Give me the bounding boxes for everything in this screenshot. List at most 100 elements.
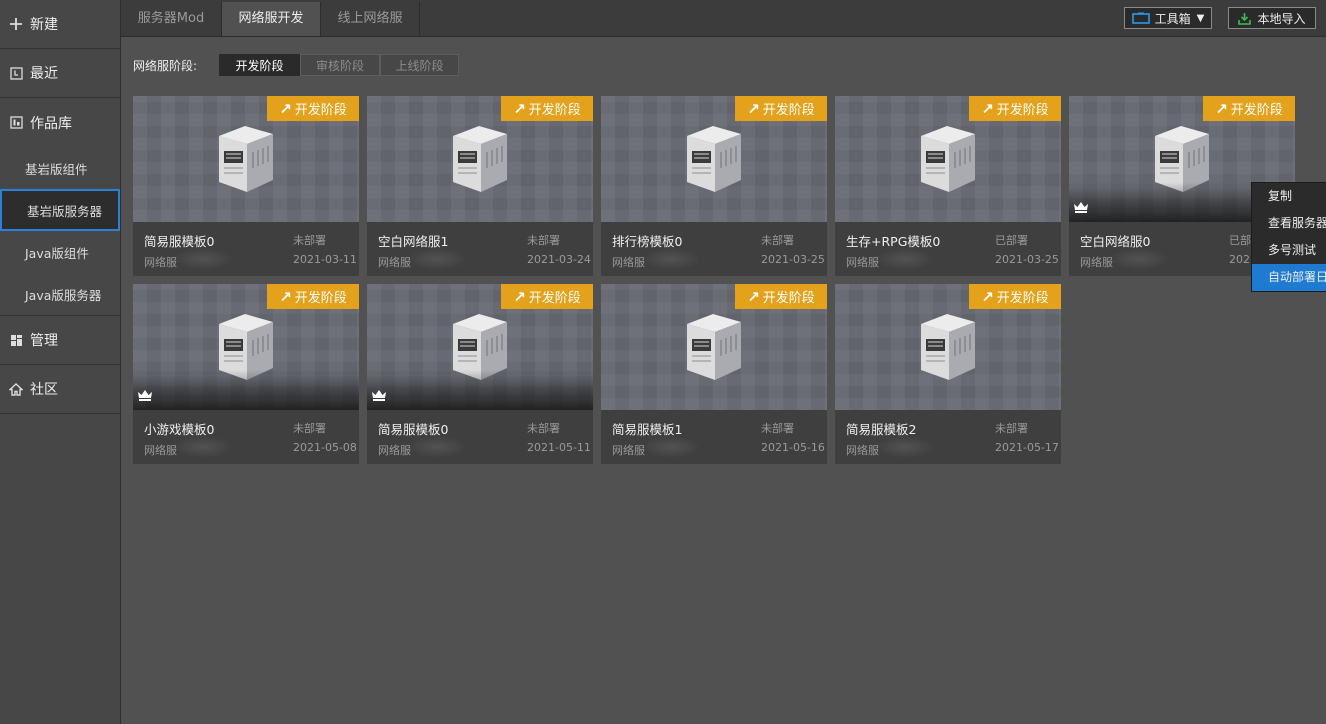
sidebar-item-bedrock-server[interactable]: 基岩版服务器 <box>0 189 120 231</box>
toolbox-button[interactable]: 工具箱 ▼ <box>1124 7 1212 29</box>
server-card[interactable]: ↗ 开发阶段 简易服模板0 未部署 网络服 2021-03-11 <box>133 96 359 276</box>
sidebar-library[interactable]: 作品库 <box>0 98 120 147</box>
stage-badge: ↗ 开发阶段 <box>1203 96 1295 121</box>
card-thumbnail: ↗ 开发阶段 <box>601 284 827 410</box>
menu-item-copy[interactable]: 复制 <box>1252 183 1326 210</box>
toolbox-label: 工具箱 <box>1154 11 1191 26</box>
stage-badge: ↗ 开发阶段 <box>501 96 593 121</box>
card-status: 已部 <box>1229 234 1251 247</box>
arrow-up-right-icon: ↗ <box>747 287 760 306</box>
stage-review-button[interactable]: 审核阶段 <box>300 54 380 76</box>
card-status: 未部署 <box>995 422 1028 435</box>
arrow-up-right-icon: ↗ <box>279 99 292 118</box>
stage-badge-label: 开发阶段 <box>996 103 1049 118</box>
card-date: 2021-05-11 <box>527 441 591 454</box>
toolbox-icon <box>1131 12 1150 24</box>
server-block-icon <box>211 310 281 382</box>
top-tab-bar: 服务器Mod 网络服开发 线上网络服 工具箱 ▼ 本地导入 <box>121 0 1326 37</box>
server-card[interactable]: ↗ 开发阶段 简易服模板0 未部署 网络服 2021-05-11 <box>367 284 593 464</box>
arrow-up-right-icon: ↗ <box>981 99 994 118</box>
stage-badge-label: 开发阶段 <box>294 291 347 306</box>
stage-dev-button[interactable]: 开发阶段 <box>219 54 300 76</box>
dropdown-triangle-icon: ▼ <box>1196 12 1205 24</box>
arrow-up-right-icon: ↗ <box>513 99 526 118</box>
tab-network-server-dev[interactable]: 网络服开发 <box>222 2 321 36</box>
stage-online-button[interactable]: 上线阶段 <box>380 54 459 76</box>
stage-badge-label: 开发阶段 <box>528 103 581 118</box>
card-status: 未部署 <box>293 422 326 435</box>
crown-icon <box>137 389 153 401</box>
sidebar-community[interactable]: 社区 <box>0 365 120 414</box>
sidebar-new-label: 新建 <box>30 17 58 33</box>
stage-badge-label: 开发阶段 <box>762 291 815 306</box>
card-thumbnail: ↗ 开发阶段 <box>835 96 1061 222</box>
arrow-up-right-icon: ↗ <box>1215 99 1228 118</box>
sidebar-new[interactable]: 新建 <box>0 0 120 49</box>
sidebar-manage-label: 管理 <box>30 333 58 349</box>
sidebar-item-bedrock-component[interactable]: 基岩版组件 <box>0 147 120 189</box>
sidebar-library-label: 作品库 <box>30 115 72 132</box>
tab-online-network-server[interactable]: 线上网络服 <box>321 2 420 36</box>
card-status: 未部署 <box>761 234 794 247</box>
card-date: 2021-03-11 <box>293 253 357 266</box>
card-status: 未部署 <box>761 422 794 435</box>
card-date: 2021-05-08 <box>293 441 357 454</box>
server-card[interactable]: ↗ 开发阶段 生存+RPG模板0 已部署 网络服 2021-03-25 <box>835 96 1061 276</box>
server-card[interactable]: ↗ 开发阶段 排行榜模板0 未部署 网络服 2021-03-25 <box>601 96 827 276</box>
crown-icon <box>1073 201 1089 213</box>
server-block-icon <box>679 310 749 382</box>
server-card[interactable]: ↗ 开发阶段 空白网络服1 未部署 网络服 2021-03-24 <box>367 96 593 276</box>
stage-badge: ↗ 开发阶段 <box>501 284 593 309</box>
stage-badge-label: 开发阶段 <box>1230 103 1283 118</box>
sidebar-recent[interactable]: 最近 <box>0 49 120 98</box>
server-block-icon <box>445 310 515 382</box>
server-card[interactable]: ↗ 开发阶段 简易服模板2 未部署 网络服 2021-05-17 <box>835 284 1061 464</box>
stage-badge-label: 开发阶段 <box>996 291 1049 306</box>
plus-icon <box>8 16 24 32</box>
card-thumbnail: ↗ 开发阶段 <box>601 96 827 222</box>
blurred-region <box>875 436 935 458</box>
server-block-icon <box>913 122 983 194</box>
menu-item-multi-account-test[interactable]: 多号测试 <box>1252 237 1326 264</box>
download-icon <box>1238 12 1252 25</box>
stage-badge: ↗ 开发阶段 <box>969 96 1061 121</box>
stage-badge: ↗ 开发阶段 <box>267 96 359 121</box>
arrow-up-right-icon: ↗ <box>513 287 526 306</box>
menu-item-view-server[interactable]: 查看服务器 <box>1252 210 1326 237</box>
blurred-region <box>641 248 701 270</box>
card-date: 2021-03-25 <box>761 253 825 266</box>
tab-server-mod[interactable]: 服务器Mod <box>121 2 222 36</box>
local-import-button[interactable]: 本地导入 <box>1228 7 1316 29</box>
stage-badge-label: 开发阶段 <box>294 103 347 118</box>
arrow-up-right-icon: ↗ <box>279 287 292 306</box>
sidebar-manage[interactable]: 管理 <box>0 316 120 365</box>
card-status: 未部署 <box>293 234 326 247</box>
stage-badge-label: 开发阶段 <box>528 291 581 306</box>
menu-item-auto-deploy-log[interactable]: 自动部署日 <box>1252 264 1326 291</box>
card-status: 已部署 <box>995 234 1028 247</box>
card-status: 未部署 <box>527 422 560 435</box>
server-card[interactable]: ↗ 开发阶段 小游戏模板0 未部署 网络服 2021-05-08 <box>133 284 359 464</box>
sidebar-item-java-component[interactable]: Java版组件 <box>0 231 120 273</box>
server-block-icon <box>679 122 749 194</box>
server-block-icon <box>211 122 281 194</box>
blurred-region <box>407 436 467 458</box>
sidebar-item-java-server[interactable]: Java版服务器 <box>0 273 120 316</box>
blurred-region <box>875 248 935 270</box>
stage-badge: ↗ 开发阶段 <box>969 284 1061 309</box>
blurred-region <box>173 436 233 458</box>
blurred-region <box>641 436 701 458</box>
server-block-icon <box>913 310 983 382</box>
blurred-region <box>407 248 467 270</box>
server-card[interactable]: ↗ 开发阶段 简易服模板1 未部署 网络服 2021-05-16 <box>601 284 827 464</box>
arrow-up-right-icon: ↗ <box>747 99 760 118</box>
arrow-up-right-icon: ↗ <box>981 287 994 306</box>
card-date: 2021-03-24 <box>527 253 591 266</box>
card-thumbnail: ↗ 开发阶段 <box>133 284 359 410</box>
sidebar: 新建 最近 作品库 基岩版组件 基岩版服务器 Java版组件 Java版服务器 … <box>0 0 121 724</box>
clock-icon <box>8 65 24 81</box>
crown-icon <box>371 389 387 401</box>
card-date: 2021-03-25 <box>995 253 1059 266</box>
server-block-icon <box>445 122 515 194</box>
context-menu: 复制 查看服务器 多号测试 自动部署日 <box>1251 182 1326 292</box>
